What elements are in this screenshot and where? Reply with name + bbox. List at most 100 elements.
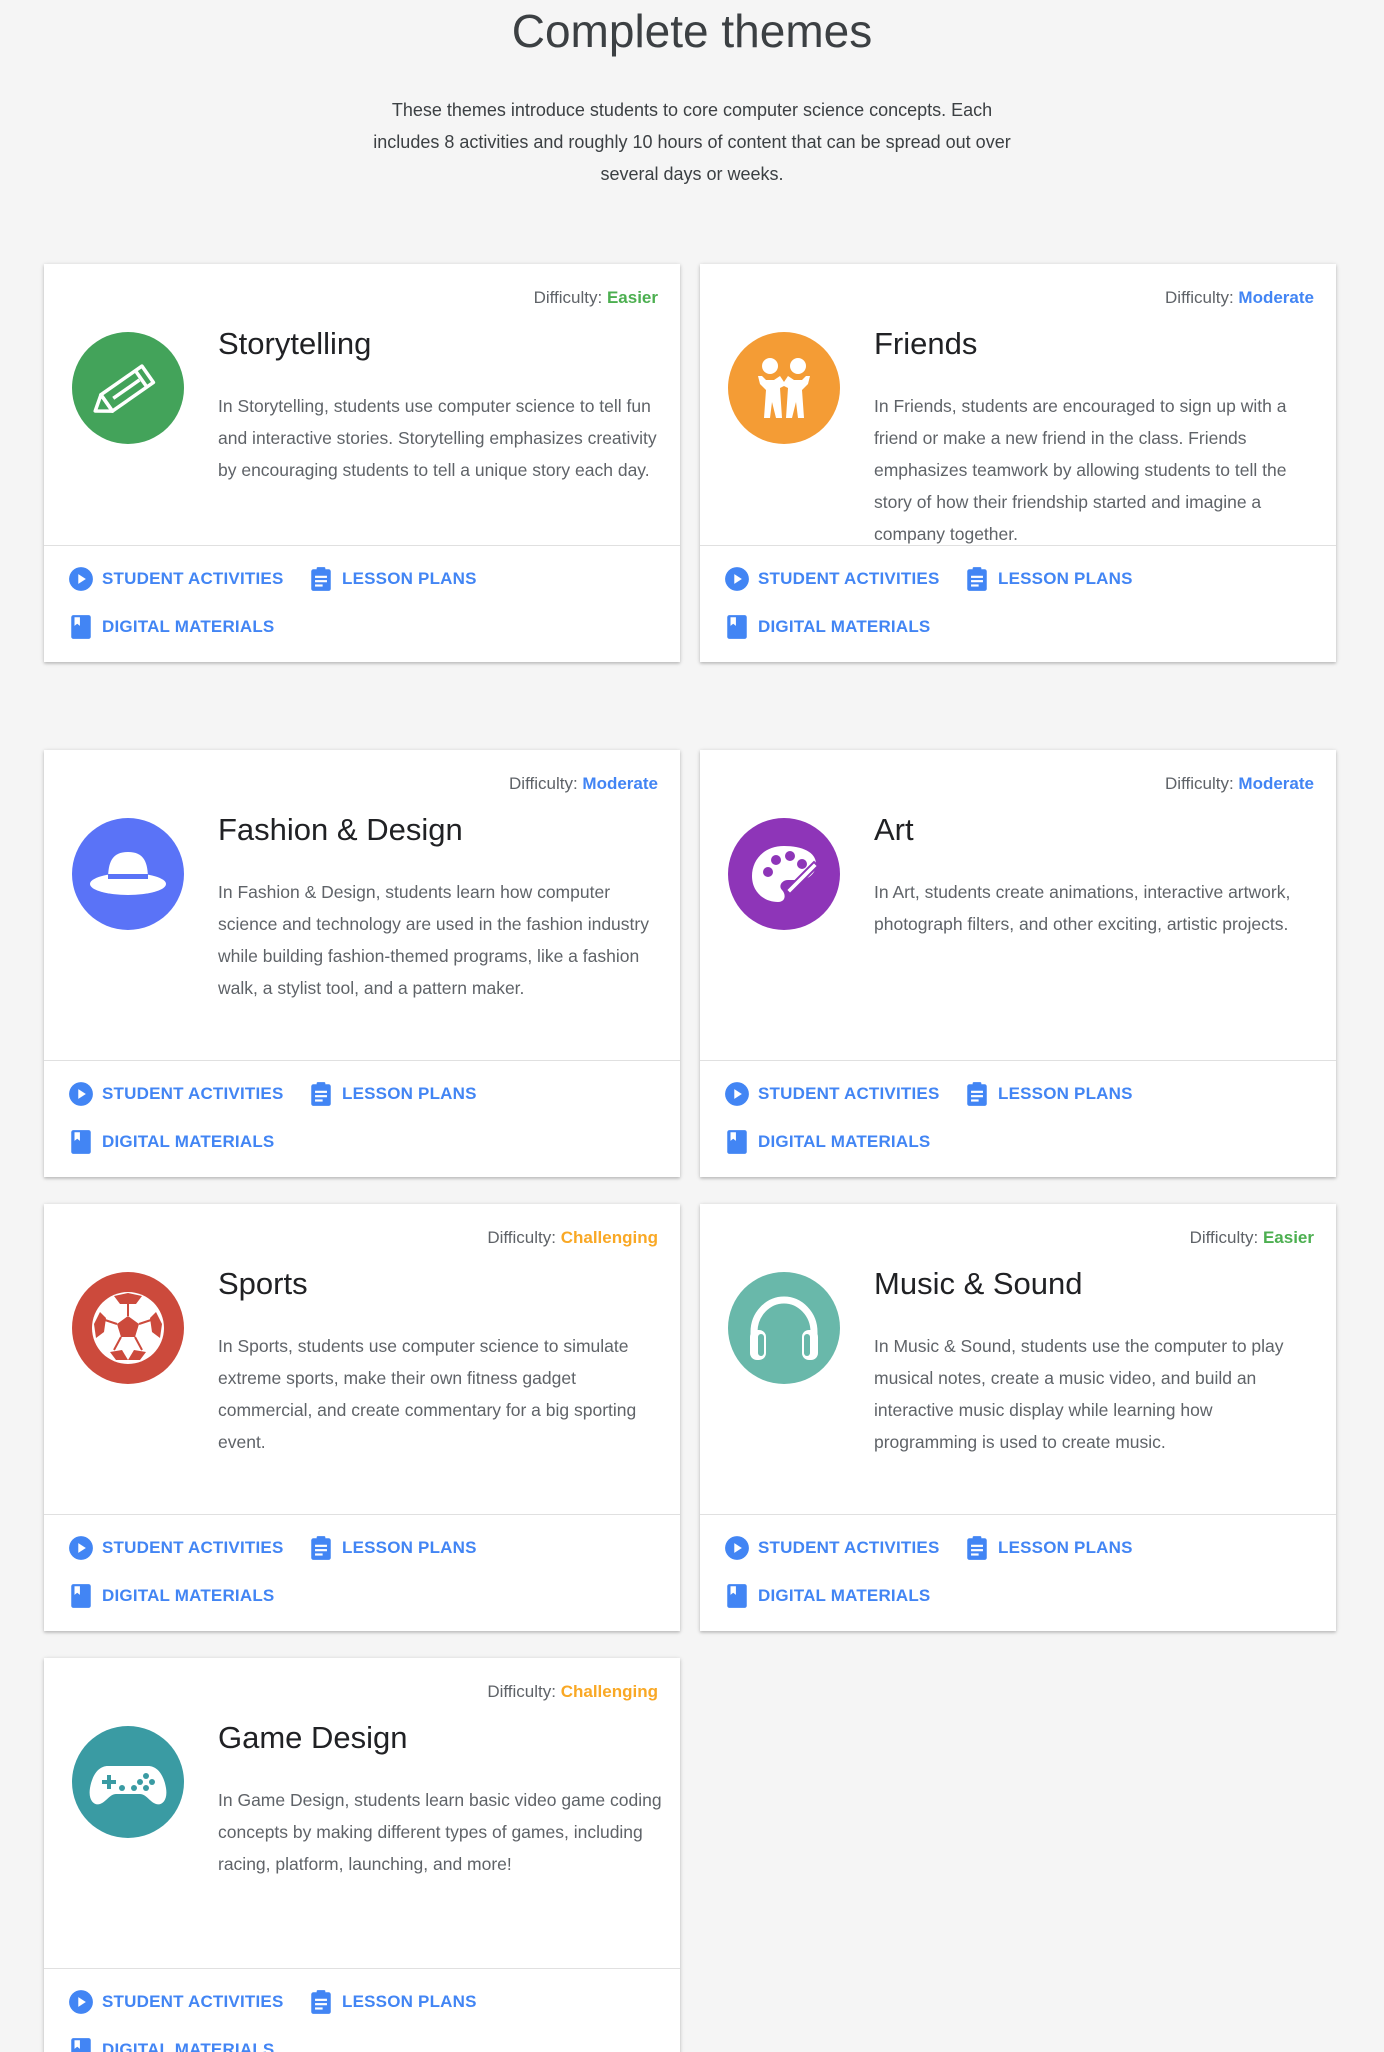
book-icon	[71, 1130, 91, 1154]
difficulty-level: Moderate	[1238, 288, 1314, 307]
difficulty-label: Difficulty:	[533, 288, 603, 307]
clipboard-icon	[967, 1536, 987, 1560]
clipboard-icon	[311, 1082, 331, 1106]
book-icon	[71, 615, 91, 639]
difficulty-label: Difficulty:	[509, 774, 578, 793]
theme-title: Game Design	[218, 1720, 408, 1755]
theme-description: In Sports, students use computer science…	[218, 1336, 637, 1452]
student-activities-link[interactable]: STUDENT ACTIVITIES	[724, 566, 939, 592]
theme-title: Fashion & Design	[218, 812, 463, 847]
book-icon	[727, 1130, 747, 1154]
play-circle-icon	[69, 567, 93, 591]
card-links: STUDENT ACTIVITIES LESSON PLANS DIGITAL …	[44, 545, 680, 662]
clipboard-icon	[311, 1536, 331, 1560]
headphones-icon	[728, 1272, 840, 1384]
play-circle-icon	[69, 1082, 93, 1106]
clipboard-icon	[967, 567, 987, 591]
digital-materials-link[interactable]: DIGITAL MATERIALS	[68, 2037, 274, 2052]
lesson-plans-label: LESSON PLANS	[998, 569, 1133, 588]
soccer-ball-icon	[72, 1272, 184, 1384]
lesson-plans-link[interactable]: LESSON PLANS	[308, 566, 477, 592]
difficulty-level: Challenging	[560, 1682, 658, 1701]
difficulty-level: Moderate	[582, 774, 658, 793]
difficulty-label: Difficulty:	[1189, 1228, 1259, 1247]
student-activities-label: STUDENT ACTIVITIES	[758, 1084, 940, 1103]
lesson-plans-label: LESSON PLANS	[342, 1084, 477, 1103]
theme-title: Art	[874, 812, 914, 847]
student-activities-link[interactable]: STUDENT ACTIVITIES	[724, 1081, 939, 1107]
clipboard-icon	[967, 1082, 987, 1106]
student-activities-label: STUDENT ACTIVITIES	[102, 1992, 284, 2011]
digital-materials-link[interactable]: DIGITAL MATERIALS	[68, 1129, 274, 1155]
friends-icon	[728, 332, 840, 444]
digital-materials-label: DIGITAL MATERIALS	[758, 617, 931, 636]
lesson-plans-label: LESSON PLANS	[342, 569, 477, 588]
card-links: STUDENT ACTIVITIES LESSON PLANS DIGITAL …	[44, 1060, 680, 1177]
clipboard-icon	[311, 567, 331, 591]
card-links: STUDENT ACTIVITIES LESSON PLANS DIGITAL …	[700, 545, 1336, 662]
difficulty-level: Moderate	[1238, 774, 1314, 793]
student-activities-label: STUDENT ACTIVITIES	[102, 1084, 284, 1103]
lesson-plans-link[interactable]: LESSON PLANS	[308, 1081, 477, 1107]
digital-materials-link[interactable]: DIGITAL MATERIALS	[724, 1129, 930, 1155]
difficulty-label: Difficulty:	[487, 1228, 556, 1247]
lesson-plans-link[interactable]: LESSON PLANS	[964, 1081, 1133, 1107]
lesson-plans-link[interactable]: LESSON PLANS	[308, 1535, 477, 1561]
palette-icon	[728, 818, 840, 930]
lesson-plans-label: LESSON PLANS	[342, 1538, 477, 1557]
digital-materials-link[interactable]: DIGITAL MATERIALS	[68, 1583, 274, 1609]
digital-materials-link[interactable]: DIGITAL MATERIALS	[68, 614, 274, 640]
digital-materials-label: DIGITAL MATERIALS	[758, 1132, 931, 1151]
book-icon	[727, 1584, 747, 1608]
theme-card-friends: Difficulty: Moderate Friends In Friends,…	[700, 264, 1336, 662]
theme-description: In Friends, students are encouraged to s…	[874, 396, 1287, 544]
student-activities-link[interactable]: STUDENT ACTIVITIES	[68, 1535, 283, 1561]
theme-card-sports: Difficulty: Challenging Sports In Sports…	[44, 1204, 680, 1631]
lesson-plans-link[interactable]: LESSON PLANS	[964, 1535, 1133, 1561]
pencil-icon	[72, 332, 184, 444]
difficulty-indicator: Difficulty: Easier	[1190, 1228, 1314, 1248]
theme-card-art: Difficulty: Moderate Art In Art, student…	[700, 750, 1336, 1177]
digital-materials-link[interactable]: DIGITAL MATERIALS	[724, 1583, 930, 1609]
difficulty-level: Easier	[1262, 1228, 1314, 1247]
play-circle-icon	[725, 1536, 749, 1560]
page-title: Complete themes	[511, 5, 873, 57]
clipboard-icon	[311, 1990, 331, 2014]
theme-title: Sports	[218, 1266, 308, 1301]
card-header: Difficulty: Challenging Game Design In G…	[44, 1658, 680, 1968]
student-activities-label: STUDENT ACTIVITIES	[758, 569, 940, 588]
lesson-plans-label: LESSON PLANS	[998, 1538, 1133, 1557]
lesson-plans-label: LESSON PLANS	[998, 1084, 1133, 1103]
difficulty-level: Easier	[606, 288, 658, 307]
student-activities-link[interactable]: STUDENT ACTIVITIES	[68, 566, 283, 592]
difficulty-indicator: Difficulty: Easier	[534, 288, 658, 308]
difficulty-indicator: Difficulty: Moderate	[1165, 288, 1314, 308]
card-header: Difficulty: Easier Storytelling In Story…	[44, 264, 680, 545]
theme-description: In Storytelling, students use computer s…	[218, 396, 657, 480]
play-circle-icon	[69, 1990, 93, 2014]
theme-description: In Fashion & Design, students learn how …	[218, 882, 649, 998]
student-activities-link[interactable]: STUDENT ACTIVITIES	[68, 1081, 283, 1107]
theme-description: In Game Design, students learn basic vid…	[218, 1790, 662, 1874]
theme-card-storytelling: Difficulty: Easier Storytelling In Story…	[44, 264, 680, 662]
difficulty-level: Challenging	[560, 1228, 658, 1247]
difficulty-indicator: Difficulty: Challenging	[487, 1682, 658, 1702]
student-activities-link[interactable]: STUDENT ACTIVITIES	[68, 1989, 283, 2015]
student-activities-link[interactable]: STUDENT ACTIVITIES	[724, 1535, 939, 1561]
theme-title: Storytelling	[218, 326, 372, 361]
lesson-plans-label: LESSON PLANS	[342, 1992, 477, 2011]
student-activities-label: STUDENT ACTIVITIES	[102, 1538, 284, 1557]
play-circle-icon	[69, 1536, 93, 1560]
card-links: STUDENT ACTIVITIES LESSON PLANS DIGITAL …	[44, 1514, 680, 1631]
hat-icon	[72, 818, 184, 930]
theme-card-game-design: Difficulty: Challenging Game Design In G…	[44, 1658, 680, 2052]
difficulty-indicator: Difficulty: Moderate	[509, 774, 658, 794]
difficulty-indicator: Difficulty: Challenging	[487, 1228, 658, 1248]
digital-materials-link[interactable]: DIGITAL MATERIALS	[724, 614, 930, 640]
lesson-plans-link[interactable]: LESSON PLANS	[308, 1989, 477, 2015]
student-activities-label: STUDENT ACTIVITIES	[758, 1538, 940, 1557]
play-circle-icon	[725, 1082, 749, 1106]
lesson-plans-link[interactable]: LESSON PLANS	[964, 566, 1133, 592]
play-circle-icon	[725, 567, 749, 591]
difficulty-indicator: Difficulty: Moderate	[1165, 774, 1314, 794]
